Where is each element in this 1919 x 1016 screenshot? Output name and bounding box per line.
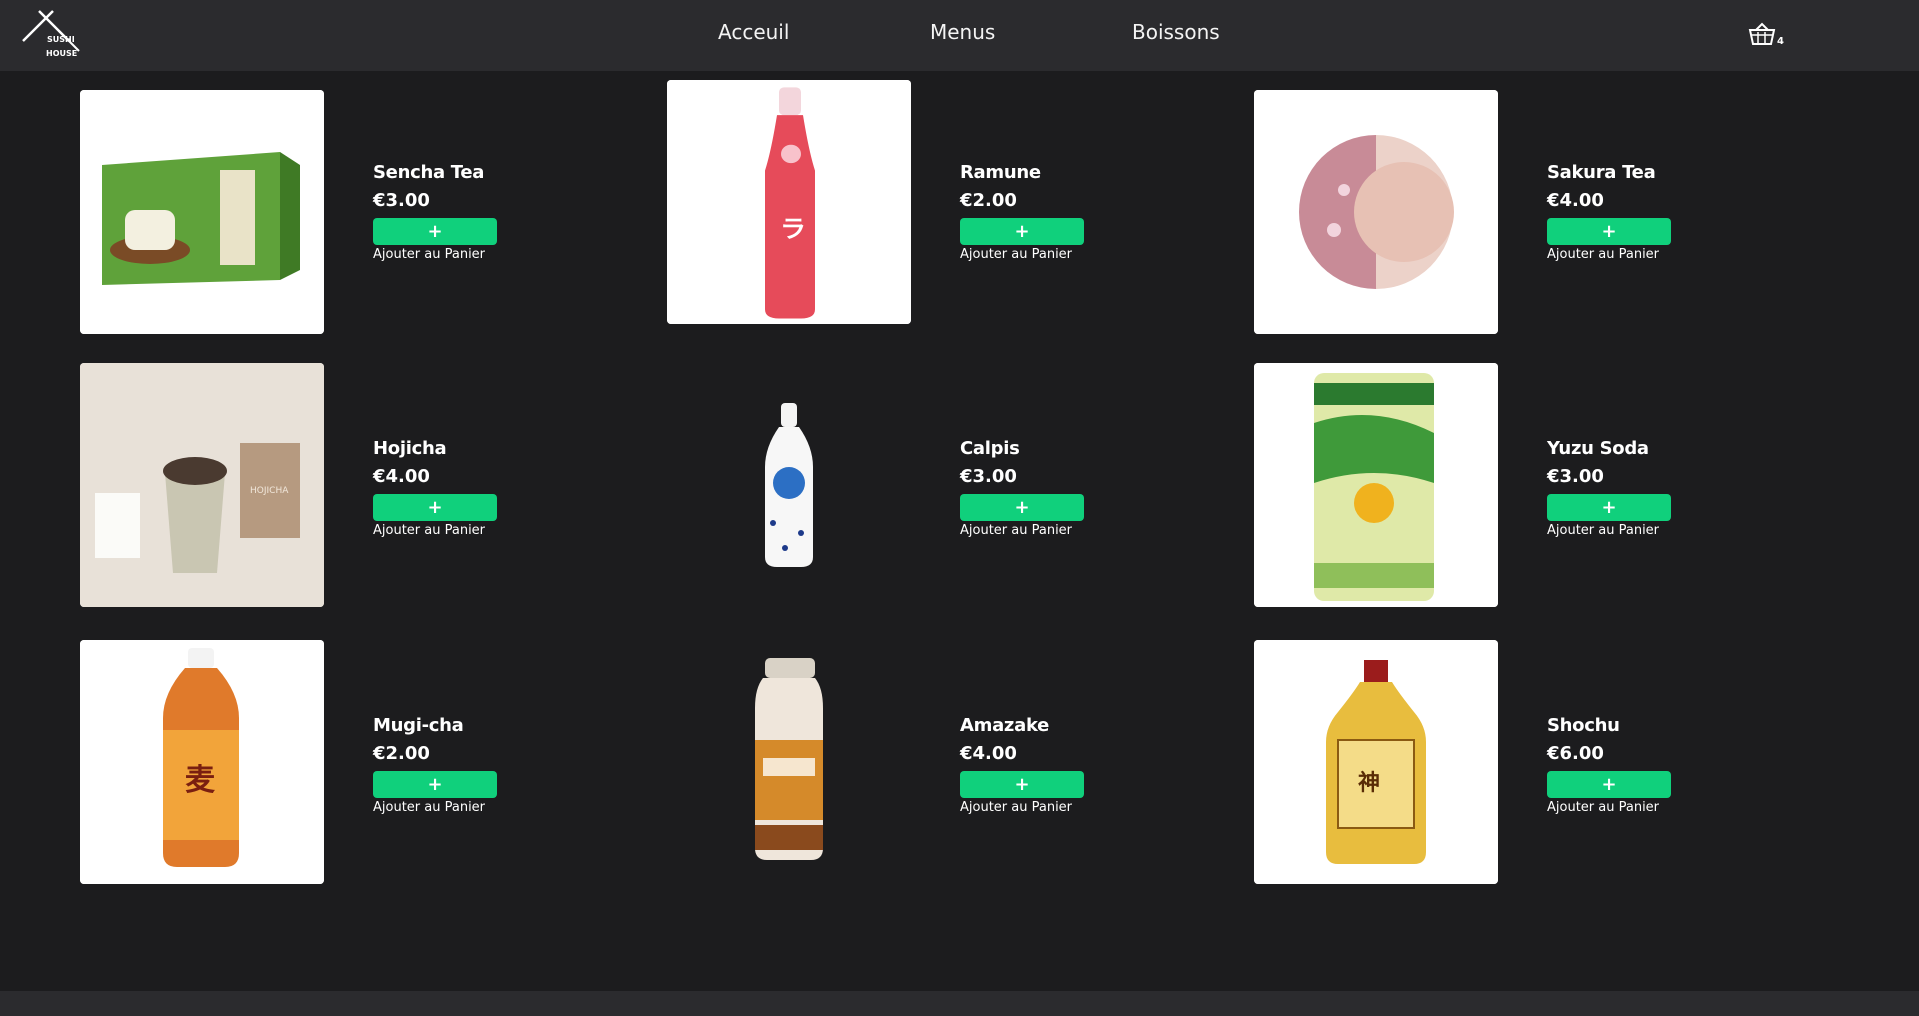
footer-bar: [0, 991, 1919, 1016]
add-to-cart-label: Ajouter au Panier: [960, 247, 1073, 262]
product-info: Amazake €4.00 + Ajouter au Panier: [960, 715, 1084, 815]
ramune-image[interactable]: ラ: [667, 80, 911, 324]
add-to-cart-button[interactable]: +: [1547, 494, 1671, 521]
product-info: Sencha Tea €3.00 + Ajouter au Panier: [373, 162, 497, 262]
product-info: Hojicha €4.00 + Ajouter au Panier: [373, 438, 497, 538]
product-card: Sakura Tea €4.00 + Ajouter au Panier: [1254, 80, 1841, 366]
product-name: Sakura Tea: [1547, 162, 1656, 183]
logo-text-line2: HOUSE: [46, 49, 77, 58]
product-name: Mugi-cha: [373, 715, 464, 736]
product-price: €3.00: [960, 466, 1017, 487]
nav-link-home[interactable]: Acceuil: [718, 20, 789, 44]
product-name: Ramune: [960, 162, 1041, 183]
product-price: €6.00: [1547, 743, 1604, 764]
product-info: Sakura Tea €4.00 + Ajouter au Panier: [1547, 162, 1671, 262]
product-info: Calpis €3.00 + Ajouter au Panier: [960, 438, 1084, 538]
product-info: Yuzu Soda €3.00 + Ajouter au Panier: [1547, 438, 1671, 538]
product-name: Calpis: [960, 438, 1020, 459]
nav-link-drinks[interactable]: Boissons: [1132, 20, 1220, 44]
product-card: Amazake €4.00 + Ajouter au Panier: [667, 643, 1254, 930]
product-name: Yuzu Soda: [1547, 438, 1649, 459]
amazake-image[interactable]: [667, 640, 911, 884]
product-card: 麦 Mugi-cha €2.00 + Ajouter au Panier: [80, 640, 667, 930]
add-to-cart-button[interactable]: +: [960, 771, 1084, 798]
product-price: €2.00: [960, 190, 1017, 211]
product-name: Hojicha: [373, 438, 447, 459]
add-to-cart-button[interactable]: +: [373, 771, 497, 798]
svg-text:神: 神: [1358, 770, 1380, 796]
product-price: €4.00: [1547, 190, 1604, 211]
svg-text:ラ: ラ: [780, 215, 806, 243]
add-to-cart-button[interactable]: +: [1547, 218, 1671, 245]
sushi-house-logo[interactable]: SUSHI HOUSE: [14, 8, 84, 66]
sencha-tea-image[interactable]: [80, 90, 324, 334]
product-info: Shochu €6.00 + Ajouter au Panier: [1547, 715, 1671, 815]
svg-text:麦: 麦: [185, 763, 216, 798]
product-card: Sencha Tea €3.00 + Ajouter au Panier: [80, 80, 667, 366]
hojicha-image[interactable]: HOJICHA: [80, 363, 324, 607]
calpis-image[interactable]: [667, 363, 911, 607]
add-to-cart-label: Ajouter au Panier: [373, 800, 486, 815]
product-grid: Sencha Tea €3.00 + Ajouter au Panier ラ R…: [80, 80, 1840, 930]
product-name: Shochu: [1547, 715, 1620, 736]
add-to-cart-label: Ajouter au Panier: [960, 800, 1073, 815]
mugi-cha-image[interactable]: 麦: [80, 640, 324, 884]
product-price: €2.00: [373, 743, 430, 764]
svg-text:HOJICHA: HOJICHA: [250, 486, 289, 496]
product-price: €4.00: [960, 743, 1017, 764]
product-card: ラ Ramune €2.00 + Ajouter au Panier: [667, 80, 1254, 366]
add-to-cart-label: Ajouter au Panier: [960, 523, 1073, 538]
product-card: Yuzu Soda €3.00 + Ajouter au Panier: [1254, 363, 1841, 643]
cart-count-badge: 4: [1777, 36, 1784, 47]
add-to-cart-label: Ajouter au Panier: [373, 523, 486, 538]
product-price: €3.00: [373, 190, 430, 211]
add-to-cart-label: Ajouter au Panier: [1547, 523, 1660, 538]
top-navbar: SUSHI HOUSE Acceuil Menus Boissons 4: [0, 0, 1919, 71]
add-to-cart-label: Ajouter au Panier: [1547, 800, 1660, 815]
product-info: Ramune €2.00 + Ajouter au Panier: [960, 162, 1084, 262]
add-to-cart-button[interactable]: +: [373, 494, 497, 521]
logo-text-line1: SUSHI: [47, 35, 75, 44]
product-name: Amazake: [960, 715, 1050, 736]
product-info: Mugi-cha €2.00 + Ajouter au Panier: [373, 715, 497, 815]
product-card: 神 Shochu €6.00 + Ajouter au Panier: [1254, 640, 1841, 930]
yuzu-soda-image[interactable]: [1254, 363, 1498, 607]
sakura-tea-image[interactable]: [1254, 90, 1498, 334]
add-to-cart-button[interactable]: +: [1547, 771, 1671, 798]
product-card: HOJICHA Hojicha €4.00 + Ajouter au Panie…: [80, 363, 667, 643]
product-price: €3.00: [1547, 466, 1604, 487]
add-to-cart-button[interactable]: +: [960, 218, 1084, 245]
add-to-cart-label: Ajouter au Panier: [373, 247, 486, 262]
nav-link-menus[interactable]: Menus: [930, 20, 995, 44]
add-to-cart-button[interactable]: +: [373, 218, 497, 245]
shochu-image[interactable]: 神: [1254, 640, 1498, 884]
product-name: Sencha Tea: [373, 162, 485, 183]
product-card: Calpis €3.00 + Ajouter au Panier: [667, 366, 1254, 643]
product-price: €4.00: [373, 466, 430, 487]
add-to-cart-button[interactable]: +: [960, 494, 1084, 521]
add-to-cart-label: Ajouter au Panier: [1547, 247, 1660, 262]
